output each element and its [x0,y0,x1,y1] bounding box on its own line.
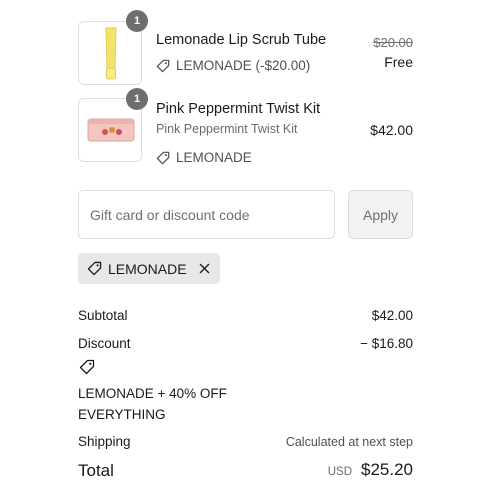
apply-button[interactable]: Apply [348,190,413,239]
tag-icon [79,359,95,375]
quantity-badge: 1 [126,88,148,110]
subtotal-label: Subtotal [78,308,128,323]
item-variant: Pink Peppermint Twist Kit [156,122,298,136]
tag-icon [156,59,170,72]
quantity-badge: 1 [126,10,148,32]
item-price: Free [384,54,413,70]
total-value: $25.20 [361,460,413,479]
shipping-label: Shipping [78,434,131,449]
item-discount-tag: LEMONADE (-$20.00) [156,58,310,73]
tag-icon [87,261,102,276]
item-tag-label: LEMONADE [176,150,252,165]
discount-code-input[interactable] [78,190,335,239]
subtotal-value: $42.00 [371,308,413,323]
item-tag-label: LEMONADE (-$20.00) [176,58,311,73]
currency-code: USD [327,466,352,478]
discount-description: LEMONADE + 40% OFF EVERYTHING [78,386,227,422]
discount-label: Discount [78,336,131,351]
discount-value: − $16.80 [360,336,413,351]
remove-code-button[interactable] [199,263,210,274]
tag-icon [156,151,170,164]
close-icon [199,263,209,274]
shipping-value: Calculated at next step [285,435,413,449]
total-label: Total [78,461,114,480]
original-price: $20.00 [373,35,413,50]
item-title: Pink Peppermint Twist Kit [156,101,321,117]
applied-discount-chip: LEMONADE [78,253,220,284]
item-title: Lemonade Lip Scrub Tube [156,32,327,48]
item-discount-tag: LEMONADE [156,150,252,165]
applied-code-label: LEMONADE [108,260,187,277]
item-price: $42.00 [370,122,413,138]
total-amount-group: USD $25.20 [328,460,413,480]
